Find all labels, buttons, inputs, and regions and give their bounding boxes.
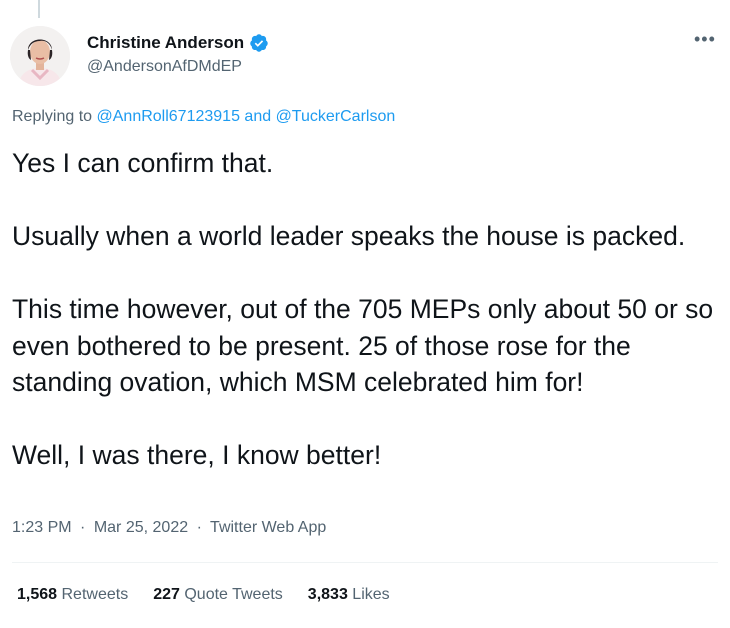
reply-mention-2[interactable]: @TuckerCarlson: [276, 108, 396, 125]
quote-tweets-label: Quote Tweets: [184, 586, 283, 603]
divider: [12, 562, 718, 563]
retweets-count: 1,568: [17, 586, 58, 603]
retweets-label: Retweets: [61, 586, 129, 603]
avatar[interactable]: [10, 26, 70, 86]
tweet-source[interactable]: Twitter Web App: [210, 519, 326, 536]
retweets-stat[interactable]: 1,568 Retweets: [17, 586, 128, 604]
author-display-name[interactable]: Christine Anderson: [87, 33, 244, 53]
quote-tweets-stat[interactable]: 227 Quote Tweets: [153, 586, 283, 604]
verified-badge-icon: [250, 34, 268, 52]
tweet-time[interactable]: 1:23 PM: [12, 519, 72, 536]
avatar-image: [10, 26, 70, 86]
reply-conjunction: and: [239, 108, 276, 125]
author-handle[interactable]: @AndersonAfDMdEP: [87, 58, 242, 76]
more-icon[interactable]: •••: [694, 30, 716, 48]
likes-count: 3,833: [307, 586, 348, 603]
replying-prefix: Replying to: [12, 108, 97, 125]
reply-mention-1[interactable]: @AnnRoll67123915: [97, 108, 240, 125]
tweet-stats: 1,568 Retweets 227 Quote Tweets 3,833 Li…: [17, 586, 390, 604]
author-name-row[interactable]: Christine Anderson: [87, 33, 269, 53]
quote-tweets-count: 227: [153, 586, 180, 603]
replying-to: Replying to @AnnRoll67123915 and @Tucker…: [12, 108, 395, 126]
tweet-paragraph: Well, I was there, I know better!: [12, 440, 382, 470]
likes-stat[interactable]: 3,833 Likes: [308, 586, 390, 604]
tweet-text: Yes I can confirm that. Usually when a w…: [12, 145, 724, 474]
thread-connector-line: [38, 0, 40, 18]
tweet-paragraph: Yes I can confirm that.: [12, 148, 274, 178]
meta-separator: ·: [80, 519, 86, 536]
tweet-date[interactable]: Mar 25, 2022: [94, 519, 188, 536]
tweet-metadata: 1:23 PM · Mar 25, 2022 · Twitter Web App: [12, 519, 326, 537]
tweet-paragraph: This time however, out of the 705 MEPs o…: [12, 294, 714, 397]
likes-label: Likes: [352, 586, 390, 603]
meta-separator: ·: [196, 519, 202, 536]
tweet-paragraph: Usually when a world leader speaks the h…: [12, 221, 686, 251]
